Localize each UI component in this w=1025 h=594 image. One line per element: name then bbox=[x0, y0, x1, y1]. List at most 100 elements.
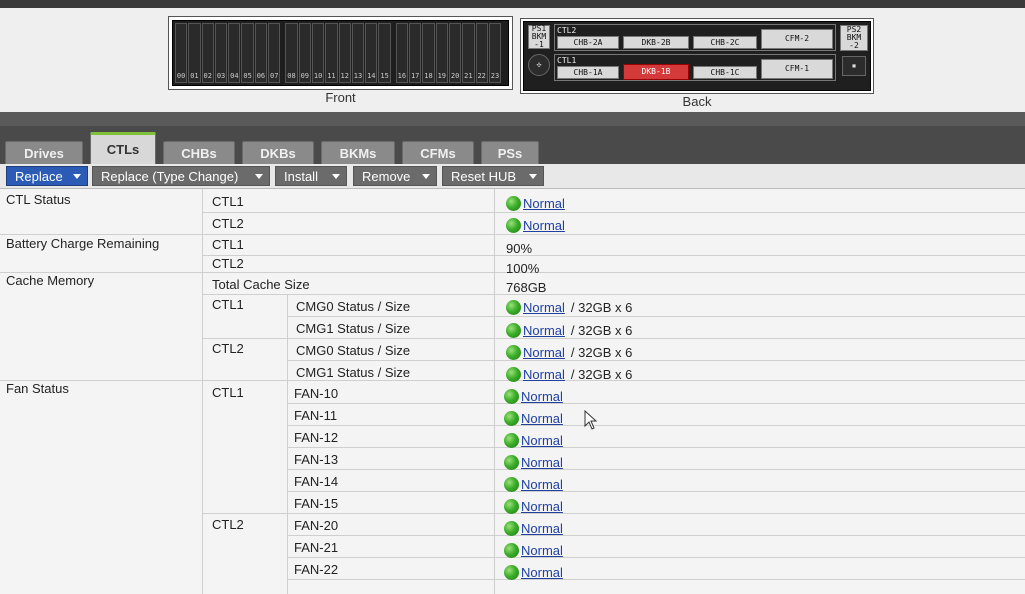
ctl-name: CTL1 bbox=[212, 384, 244, 400]
drive-slot[interactable]: 12 bbox=[338, 23, 351, 83]
drive-slot[interactable]: 17 bbox=[409, 23, 422, 83]
status-link[interactable]: Normal bbox=[523, 218, 565, 233]
ctl1-label: CTL1 bbox=[557, 56, 577, 65]
status-link[interactable]: Normal bbox=[523, 345, 565, 360]
fan-status-value: Normal bbox=[498, 430, 563, 450]
drive-slot[interactable]: 05 bbox=[241, 23, 254, 83]
chb-2c-module[interactable]: CHB-2C bbox=[693, 36, 757, 49]
fan-status-value: Normal bbox=[498, 386, 563, 406]
cache-item-label: CMG0 Status / Size bbox=[296, 342, 411, 358]
drive-slot[interactable]: 03 bbox=[214, 23, 228, 83]
cfm-2-module[interactable]: CFM-2 bbox=[761, 29, 833, 49]
drive-slot[interactable]: 09 bbox=[298, 23, 311, 83]
chb-1a-module[interactable]: CHB-1A bbox=[557, 66, 619, 79]
install-button[interactable]: Install bbox=[275, 166, 347, 186]
ctl-name: CTL2 bbox=[212, 215, 244, 231]
drive-slot[interactable]: 01 bbox=[188, 23, 201, 83]
fan-name: FAN-20 bbox=[294, 517, 339, 533]
cfm-1-module[interactable]: CFM-1 bbox=[761, 59, 833, 79]
drive-slot[interactable]: 06 bbox=[254, 23, 268, 83]
tab-drives[interactable]: Drives bbox=[5, 141, 83, 164]
row-divider bbox=[202, 294, 1025, 295]
drive-slot[interactable]: 07 bbox=[268, 23, 281, 83]
tab-bkms[interactable]: BKMs bbox=[321, 141, 395, 164]
ctl2-label: CTL2 bbox=[557, 26, 577, 35]
toolbar: Replace Replace (Type Change) Install Re… bbox=[0, 164, 1025, 189]
remove-label: Remove bbox=[362, 168, 411, 184]
dkb-1b-module[interactable]: DKB-1B bbox=[623, 64, 689, 80]
front-view[interactable]: 00 01 02 03 04 05 06 07 08 09 10 11 12 1… bbox=[168, 16, 513, 90]
status-link[interactable]: Normal bbox=[521, 521, 563, 536]
status-link[interactable]: Normal bbox=[523, 367, 565, 382]
tab-dkbs[interactable]: DKBs bbox=[242, 141, 314, 164]
status-link[interactable]: Normal bbox=[521, 565, 563, 580]
row-divider bbox=[287, 535, 1025, 536]
status-link[interactable]: Normal bbox=[521, 455, 563, 470]
reset-hub-button[interactable]: Reset HUB bbox=[442, 166, 544, 186]
ctl-name: CTL1 bbox=[212, 193, 244, 209]
status-ok-icon bbox=[506, 299, 521, 315]
row-divider bbox=[287, 491, 1025, 492]
row-divider bbox=[287, 425, 1025, 426]
status-link[interactable]: Normal bbox=[521, 389, 563, 404]
battery-label: Battery Charge Remaining bbox=[6, 235, 160, 251]
tab-chbs[interactable]: CHBs bbox=[163, 141, 235, 164]
bkm1-number: -1 bbox=[534, 40, 544, 49]
drive-slot[interactable]: 10 bbox=[311, 23, 325, 83]
ctl-name: CTL1 bbox=[212, 236, 244, 252]
drive-slot[interactable]: 02 bbox=[201, 23, 214, 83]
ctl-details-table: CTL Status CTL1 Normal CTL2 Normal Batte… bbox=[0, 189, 1025, 594]
status-ok-icon bbox=[506, 195, 521, 211]
cache-status-value: Normal / 32GB x 6 bbox=[500, 320, 632, 340]
back-view[interactable]: PS1 BKM -1 ✣ CTL2 CHB-2A DKB-2B CHB-2C C… bbox=[520, 18, 874, 94]
fan-status-value: Normal bbox=[498, 474, 563, 494]
tab-pss[interactable]: PSs bbox=[481, 141, 539, 164]
drive-slot[interactable]: 15 bbox=[378, 23, 391, 83]
drive-slot[interactable]: 14 bbox=[365, 23, 378, 83]
tab-cfms[interactable]: CFMs bbox=[402, 141, 474, 164]
status-ok-icon bbox=[506, 217, 521, 233]
drive-bay: 00 01 02 03 04 05 06 07 08 09 10 11 12 1… bbox=[172, 20, 509, 86]
status-link[interactable]: Normal bbox=[523, 300, 565, 315]
dkb-2b-module[interactable]: DKB-2B bbox=[623, 36, 689, 49]
status-link[interactable]: Normal bbox=[521, 477, 563, 492]
drive-slot[interactable]: 13 bbox=[351, 23, 365, 83]
remove-button[interactable]: Remove bbox=[353, 166, 437, 186]
cache-memory-label: Cache Memory bbox=[6, 272, 95, 288]
row-divider bbox=[202, 212, 1025, 213]
drive-slot[interactable]: 11 bbox=[325, 23, 338, 83]
chb-2a-module[interactable]: CHB-2A bbox=[557, 36, 619, 49]
drive-slot[interactable]: 00 bbox=[175, 23, 188, 83]
fan-status-value: Normal bbox=[498, 496, 563, 516]
status-link[interactable]: Normal bbox=[521, 543, 563, 558]
ctl2-slot[interactable]: CTL2 CHB-2A DKB-2B CHB-2C CFM-2 bbox=[554, 24, 836, 51]
status-link[interactable]: Normal bbox=[521, 499, 563, 514]
status-link[interactable]: Normal bbox=[521, 433, 563, 448]
tab-bar-top bbox=[0, 112, 1025, 126]
drive-slot[interactable]: 21 bbox=[462, 23, 475, 83]
fan-status-value: Normal bbox=[498, 562, 563, 582]
reset-hub-label: Reset HUB bbox=[451, 168, 517, 184]
chb-1c-module[interactable]: CHB-1C bbox=[693, 66, 757, 79]
ps1-bkm1-module[interactable]: PS1 BKM -1 bbox=[528, 25, 550, 49]
replace-type-change-button[interactable]: Replace (Type Change) bbox=[92, 166, 270, 186]
tab-ctls[interactable]: CTLs bbox=[90, 132, 156, 164]
status-link[interactable]: Normal bbox=[521, 411, 563, 426]
drive-slot[interactable]: 16 bbox=[395, 23, 409, 83]
replace-button[interactable]: Replace bbox=[6, 166, 88, 186]
battery-value: 90% bbox=[506, 240, 533, 256]
drive-slot[interactable]: 19 bbox=[435, 23, 448, 83]
fan-status-value: Normal bbox=[498, 408, 563, 428]
status-link[interactable]: Normal bbox=[523, 196, 565, 211]
status-link[interactable]: Normal bbox=[523, 323, 565, 338]
column-divider bbox=[494, 189, 495, 594]
ps2-bkm2-module[interactable]: PS2 BKM -2 bbox=[840, 25, 868, 51]
drive-slot[interactable]: 20 bbox=[448, 23, 462, 83]
ctl1-slot[interactable]: CTL1 CHB-1A DKB-1B CHB-1C CFM-1 bbox=[554, 54, 836, 81]
drive-slot[interactable]: 04 bbox=[228, 23, 241, 83]
drive-slot[interactable]: 22 bbox=[475, 23, 488, 83]
drive-slot[interactable]: 23 bbox=[488, 23, 502, 83]
drive-slot[interactable]: 18 bbox=[422, 23, 435, 83]
drive-slot[interactable]: 08 bbox=[285, 23, 298, 83]
fan-icon: ✣ bbox=[528, 54, 550, 76]
